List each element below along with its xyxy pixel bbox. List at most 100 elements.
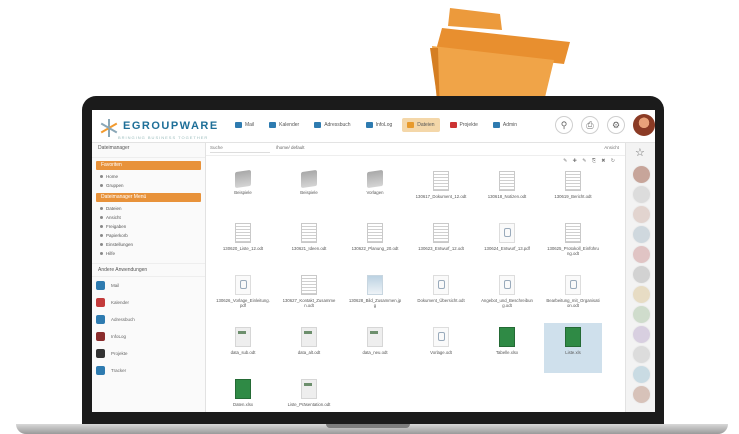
sidebar-app-label: InfoLog — [111, 334, 127, 339]
sidebar-section-1[interactable]: Dateimanager Menü — [96, 193, 201, 202]
file-item[interactable]: 130623_Entwurf_12.odt — [412, 219, 470, 269]
folder-file-icon — [235, 169, 251, 189]
user-avatar[interactable] — [633, 114, 655, 136]
file-item[interactable]: 130617_Dokument_12.odt — [412, 167, 470, 217]
brand-logo[interactable]: EGROUPWARE BRINGING BUSINESS TOGETHER — [100, 116, 219, 140]
app-tab-1[interactable]: Kalender — [264, 118, 304, 132]
file-name: data_neu.odt — [362, 350, 388, 355]
sidebar-app-5[interactable]: Tracker — [92, 362, 205, 379]
file-name: 130618_Notizen.odt — [487, 194, 527, 199]
sidebar-app-0[interactable]: Mail — [92, 277, 205, 294]
file-item[interactable]: Liste.xls — [544, 323, 602, 373]
app-tab-6[interactable]: Admin — [488, 118, 522, 132]
contact-avatar[interactable] — [632, 245, 651, 264]
contact-avatar[interactable] — [632, 165, 651, 184]
file-item[interactable]: 130622_Planung_20.odt — [346, 219, 404, 269]
app-icon — [96, 366, 105, 375]
xls-file-icon — [565, 327, 581, 347]
file-item[interactable]: data_alt.odt — [280, 323, 338, 373]
contact-avatar[interactable] — [632, 205, 651, 224]
search-input[interactable]: Suche — [210, 145, 270, 153]
app-tab-4[interactable]: Dateien — [402, 118, 440, 132]
print-icon[interactable]: ⎙ — [581, 116, 599, 134]
app-tab-2[interactable]: Adressbuch — [309, 118, 355, 132]
contact-avatar[interactable] — [632, 265, 651, 284]
avatar-rail: ☆ — [625, 143, 655, 412]
contact-avatar[interactable] — [632, 185, 651, 204]
view-select[interactable]: Ansicht — [604, 145, 619, 150]
app-tabs: Mail Kalender Adressbuch InfoLog Dateien Proj… — [230, 118, 522, 132]
app-tab-3[interactable]: InfoLog — [361, 118, 398, 132]
file-item[interactable]: 130626_Vorlage_Einleitung.pdf — [214, 271, 272, 321]
sidebar-item[interactable]: Dateien — [92, 204, 205, 213]
projects-icon — [449, 122, 457, 128]
pdf-file-icon — [499, 275, 515, 295]
file-item[interactable]: Liste_Präsentation.odt — [280, 375, 338, 412]
file-item[interactable]: 130620_Liste_12.odt — [214, 219, 272, 269]
infolog-icon — [365, 122, 373, 128]
file-item[interactable]: 130628_Bild_Zusammen.jpg — [346, 271, 404, 321]
file-item[interactable]: Daten.xlsx — [214, 375, 272, 412]
sidebar-item-label: Dateien — [106, 206, 122, 211]
doc-file-icon — [235, 223, 251, 243]
file-item[interactable]: 130621_Ideen.odt — [280, 219, 338, 269]
sidebar-other-apps[interactable]: Andere Anwendungen — [92, 263, 205, 277]
doc-file-icon — [301, 223, 317, 243]
contact-avatar[interactable] — [632, 385, 651, 404]
search-icon[interactable]: ⚲ — [555, 116, 573, 134]
xls-file-icon — [499, 327, 515, 347]
contact-avatar[interactable] — [632, 325, 651, 344]
sidebar-section-0[interactable]: Favoriten — [96, 161, 201, 170]
sidebar-item[interactable]: Papierkorb — [92, 231, 205, 240]
sidebar-item[interactable]: Gruppen — [92, 181, 205, 190]
brand-tagline: BRINGING BUSINESS TOGETHER — [118, 135, 209, 140]
file-item[interactable]: Vorlagen — [346, 167, 404, 217]
file-item[interactable]: Dokument_Übersicht.odt — [412, 271, 470, 321]
file-item[interactable]: 130618_Notizen.odt — [478, 167, 536, 217]
contact-avatar[interactable] — [632, 225, 651, 244]
gear-icon[interactable]: ⚙ — [607, 116, 625, 134]
path-breadcrumb[interactable]: /home/ default — [276, 145, 305, 150]
file-item[interactable]: Beispiele — [214, 167, 272, 217]
sidebar-item[interactable]: Ansicht — [92, 213, 205, 222]
file-item[interactable]: Tabelle.xlsx — [478, 323, 536, 373]
bullet-icon — [100, 225, 103, 228]
app-tab-5[interactable]: Projekte — [445, 118, 483, 132]
bullet-icon — [100, 175, 103, 178]
star-icon[interactable]: ☆ — [635, 146, 645, 159]
sidebar-item-label: Hilfe — [106, 251, 116, 256]
contact-avatar[interactable] — [632, 345, 651, 364]
contact-avatar[interactable] — [632, 285, 651, 304]
file-name: Vorlage.odt — [430, 350, 452, 355]
sidebar-app-3[interactable]: InfoLog — [92, 328, 205, 345]
app-tab-0[interactable]: Mail — [230, 118, 259, 132]
sidebar-app-2[interactable]: Adressbuch — [92, 311, 205, 328]
sidebar-item[interactable]: Freigaben — [92, 222, 205, 231]
app-tab-label: Dateien — [417, 122, 435, 128]
pdf-file-icon — [499, 223, 515, 243]
doc-file-icon — [565, 171, 581, 191]
file-item[interactable]: 130619_Bericht.odt — [544, 167, 602, 217]
sidebar-app-4[interactable]: Projekte — [92, 345, 205, 362]
file-item[interactable]: Bearbeitung_mit_Organisation.odt — [544, 271, 602, 321]
file-name: data_alt.odt — [297, 350, 321, 355]
file-item[interactable]: Beispiele — [280, 167, 338, 217]
app-tab-label: Mail — [245, 122, 255, 128]
file-item[interactable]: 130627_Kontakt_Zusammen.odt — [280, 271, 338, 321]
sidebar-item[interactable]: Hilfe — [92, 249, 205, 258]
contact-avatar[interactable] — [632, 305, 651, 324]
file-item[interactable]: data_sub.odt — [214, 323, 272, 373]
file-item[interactable]: data_neu.odt — [346, 323, 404, 373]
sidebar-app-1[interactable]: Kalender — [92, 294, 205, 311]
file-name: Liste.xls — [565, 350, 581, 355]
sidebar-item[interactable]: Einstellungen — [92, 240, 205, 249]
file-item[interactable]: Vorlage.odt — [412, 323, 470, 373]
pdf-file-icon — [235, 275, 251, 295]
action-icons[interactable]: ✎ ✚ ✎ ⎘ ✖ ↻ — [563, 158, 617, 164]
pdf-file-icon — [433, 327, 449, 347]
sidebar-item[interactable]: Home — [92, 172, 205, 181]
file-item[interactable]: 130624_Entwurf_13.pdf — [478, 219, 536, 269]
file-item[interactable]: Angebot_und_Beschreibung.odt — [478, 271, 536, 321]
contact-avatar[interactable] — [632, 365, 651, 384]
file-item[interactable]: 130625_Protokoll_Einführung.odt — [544, 219, 602, 269]
